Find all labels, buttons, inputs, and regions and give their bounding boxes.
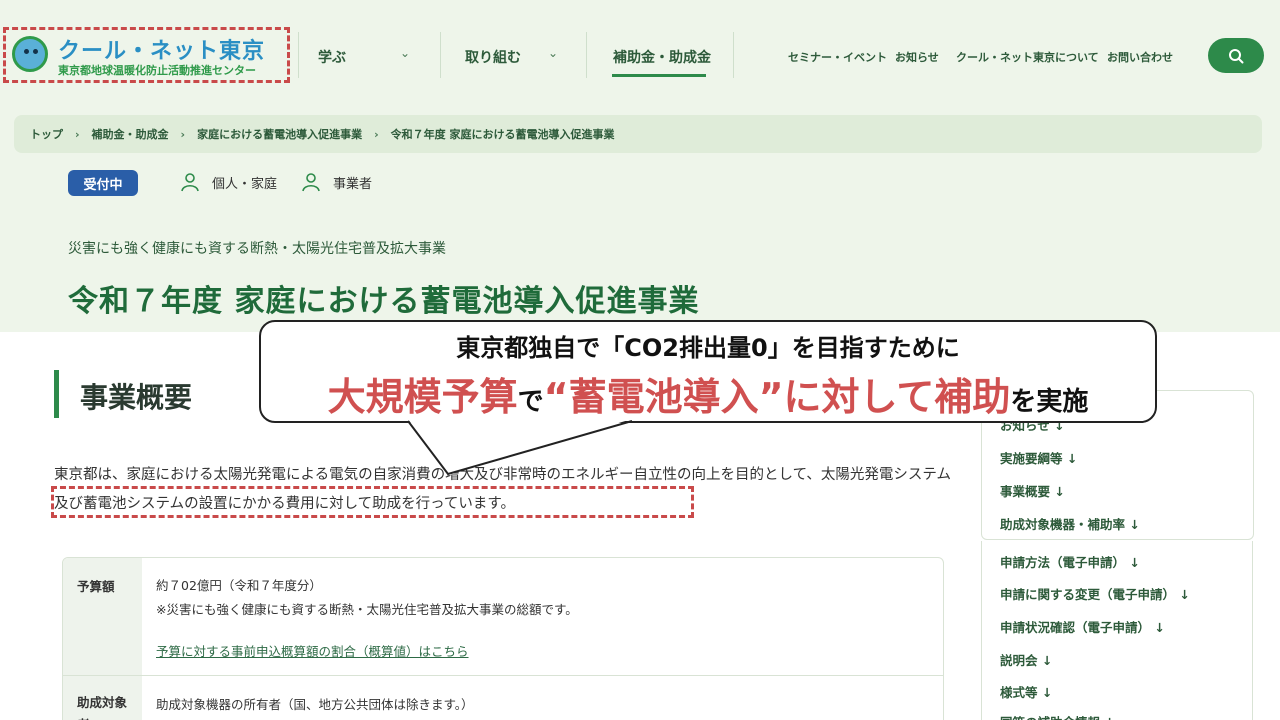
nav-item-learn[interactable]: 学ぶ <box>318 47 346 67</box>
budget-value: 約７02億円（令和７年度分） <box>156 578 322 593</box>
recipient-label: 助成対象者 <box>77 695 128 720</box>
link-contact[interactable]: お問い合わせ <box>1107 49 1173 65</box>
callout-tail <box>407 419 633 476</box>
page-title: 令和７年度 家庭における蓄電池導入促進事業 <box>68 284 700 319</box>
nav-divider <box>440 32 441 78</box>
nav-item-subsidy[interactable]: 補助金・助成金 <box>613 47 711 67</box>
hero-subtitle: 災害にも強く健康にも資する断熱・太陽光住宅普及拡大事業 <box>68 241 446 257</box>
breadcrumb-item-current: 令和７年度 家庭における蓄電池導入促進事業 <box>390 128 615 141</box>
callout-implement: を実施 <box>1010 387 1089 417</box>
nav-divider <box>733 32 734 78</box>
toc-item-change[interactable]: 申請に関する変更（電子申請） ↓ <box>1000 584 1190 603</box>
nav-divider <box>586 32 587 78</box>
recipient-value: 助成対象機器の所有者（国、地方公共団体は除きます。） <box>156 697 474 712</box>
chevron-down-icon[interactable]: ⌄ <box>548 46 558 60</box>
search-icon <box>1229 48 1244 63</box>
breadcrumb-item-battery[interactable]: 家庭における蓄電池導入促進事業 <box>197 126 362 142</box>
table-row-divider <box>63 675 943 676</box>
callout-large-budget: 大規模予算 <box>327 375 518 419</box>
toc-item-status[interactable]: 申請状況確認（電子申請） ↓ <box>1000 617 1165 636</box>
callout-line2: 大規模予算で“蓄電池導入”に対して補助を実施 <box>259 366 1157 421</box>
budget-ratio-link[interactable]: 予算に対する事前申込概算額の割合（概算値）はこちら <box>156 641 469 660</box>
chevron-right-icon: › <box>374 127 379 141</box>
toc-item-guidelines[interactable]: 実施要綱等 ↓ <box>1000 448 1077 467</box>
budget-label: 予算額 <box>77 579 115 594</box>
search-button[interactable] <box>1208 38 1264 73</box>
target-individual: 個人・家庭 <box>180 172 277 192</box>
callout-battery-subsidy: “蓄電池導入”に対して補助 <box>543 375 1011 419</box>
chevron-right-icon: › <box>75 127 80 141</box>
summary-highlight-dash <box>51 486 694 518</box>
section-accent-bar <box>54 370 59 418</box>
toc-item-forms[interactable]: 様式等 ↓ <box>1000 682 1052 701</box>
link-news[interactable]: お知らせ <box>895 49 939 65</box>
breadcrumb-item-subsidy[interactable]: 補助金・助成金 <box>92 126 169 142</box>
info-table: 予算額 約７02億円（令和７年度分） ※災害にも強く健康にも資する断熱・太陽光住… <box>62 557 944 720</box>
target-business: 事業者 <box>301 172 372 192</box>
toc-item-apply[interactable]: 申請方法（電子申請） ↓ <box>1000 552 1140 571</box>
link-about[interactable]: クール・ネット東京について <box>956 49 1099 65</box>
breadcrumb: トップ › 補助金・助成金 › 家庭における蓄電池導入促進事業 › 令和７年度 … <box>14 115 1262 153</box>
nav-active-underline <box>612 74 706 77</box>
callout-particle: で <box>517 387 544 417</box>
nav-item-act[interactable]: 取り組む <box>465 47 521 67</box>
toc-item-equipment[interactable]: 助成対象機器・補助率 ↓ <box>1000 514 1140 533</box>
link-seminar[interactable]: セミナー・イベント <box>788 49 887 65</box>
status-badge: 受付中 <box>68 170 138 196</box>
chevron-right-icon: › <box>180 127 186 141</box>
logo-highlight-dash <box>3 27 290 83</box>
toc-item-overview[interactable]: 事業概要 ↓ <box>1000 481 1065 500</box>
section-title: 事業概要 <box>80 381 193 414</box>
toc-item-briefing[interactable]: 説明会 ↓ <box>1000 650 1052 669</box>
breadcrumb-item-top[interactable]: トップ <box>30 126 63 142</box>
toc-item-national[interactable]: 国等の補助金情報 ↓ <box>1000 712 1115 720</box>
budget-note: ※災害にも強く健康にも資する断熱・太陽光住宅普及拡大事業の総額です。 <box>156 602 578 617</box>
nav-divider <box>298 32 299 78</box>
person-icon <box>181 173 199 192</box>
callout-line1: 東京都独自で「CO2排出量0」を目指すために <box>456 334 960 362</box>
person-icon <box>302 173 320 192</box>
chevron-down-icon[interactable]: ⌄ <box>400 46 410 60</box>
target-label: 個人・家庭 <box>212 176 278 192</box>
target-label: 事業者 <box>333 176 373 192</box>
